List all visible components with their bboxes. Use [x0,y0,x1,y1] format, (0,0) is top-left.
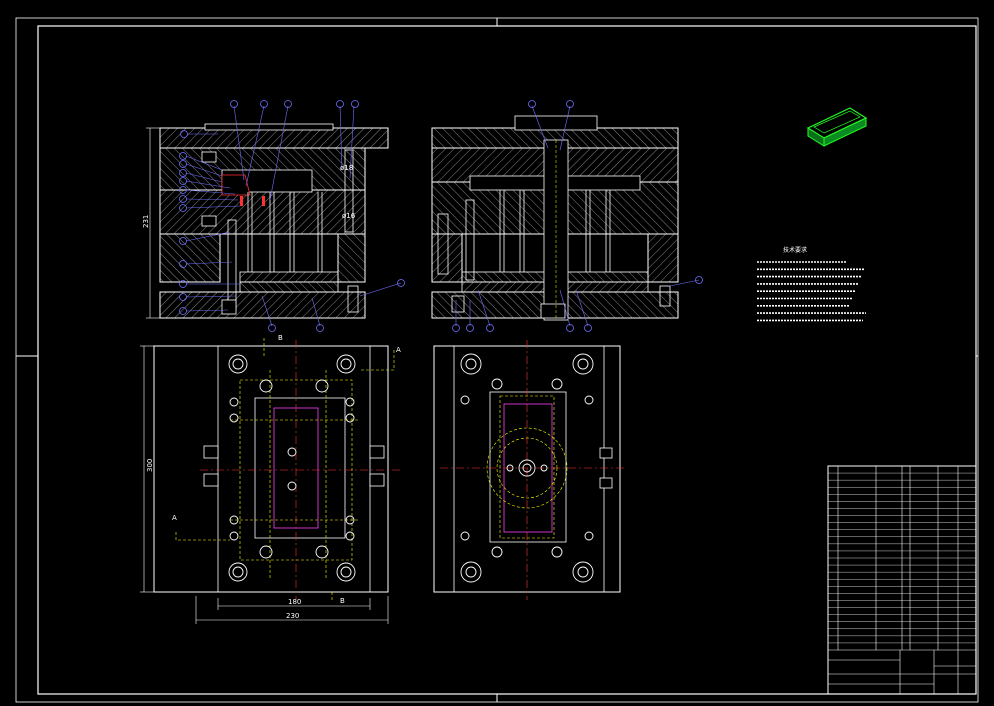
technical-notes: 技术要求 [757,246,866,322]
cad-drawing-canvas: 231 ø18 ø16 A A B B 300 180 230 技术要求 [15,17,979,703]
svg-text:ø18: ø18 [340,164,353,172]
dimension-width-inner: 180 [288,598,301,606]
section-mark-a-bottom: A [172,514,177,522]
dimension-height-plan: 300 [146,459,154,472]
svg-text:ø16: ø16 [342,212,356,220]
section-mark-b-bottom: B [340,597,345,605]
section-mark-a-top: A [396,346,401,354]
notes-title: 技术要求 [783,246,807,254]
product-isometric-sketch [806,107,868,147]
plan-view-moving-half: A A B B 300 180 230 [140,334,401,624]
front-section-view: 231 ø18 ø16 [142,100,405,332]
drawing-frame [15,17,979,703]
dimension-height-side: 231 [142,215,150,228]
dimension-width-outer: 230 [286,612,299,620]
side-section-view [431,100,703,332]
title-block [827,465,977,695]
section-mark-b-top: B [278,334,283,342]
plan-view-fixed-half [433,340,624,600]
